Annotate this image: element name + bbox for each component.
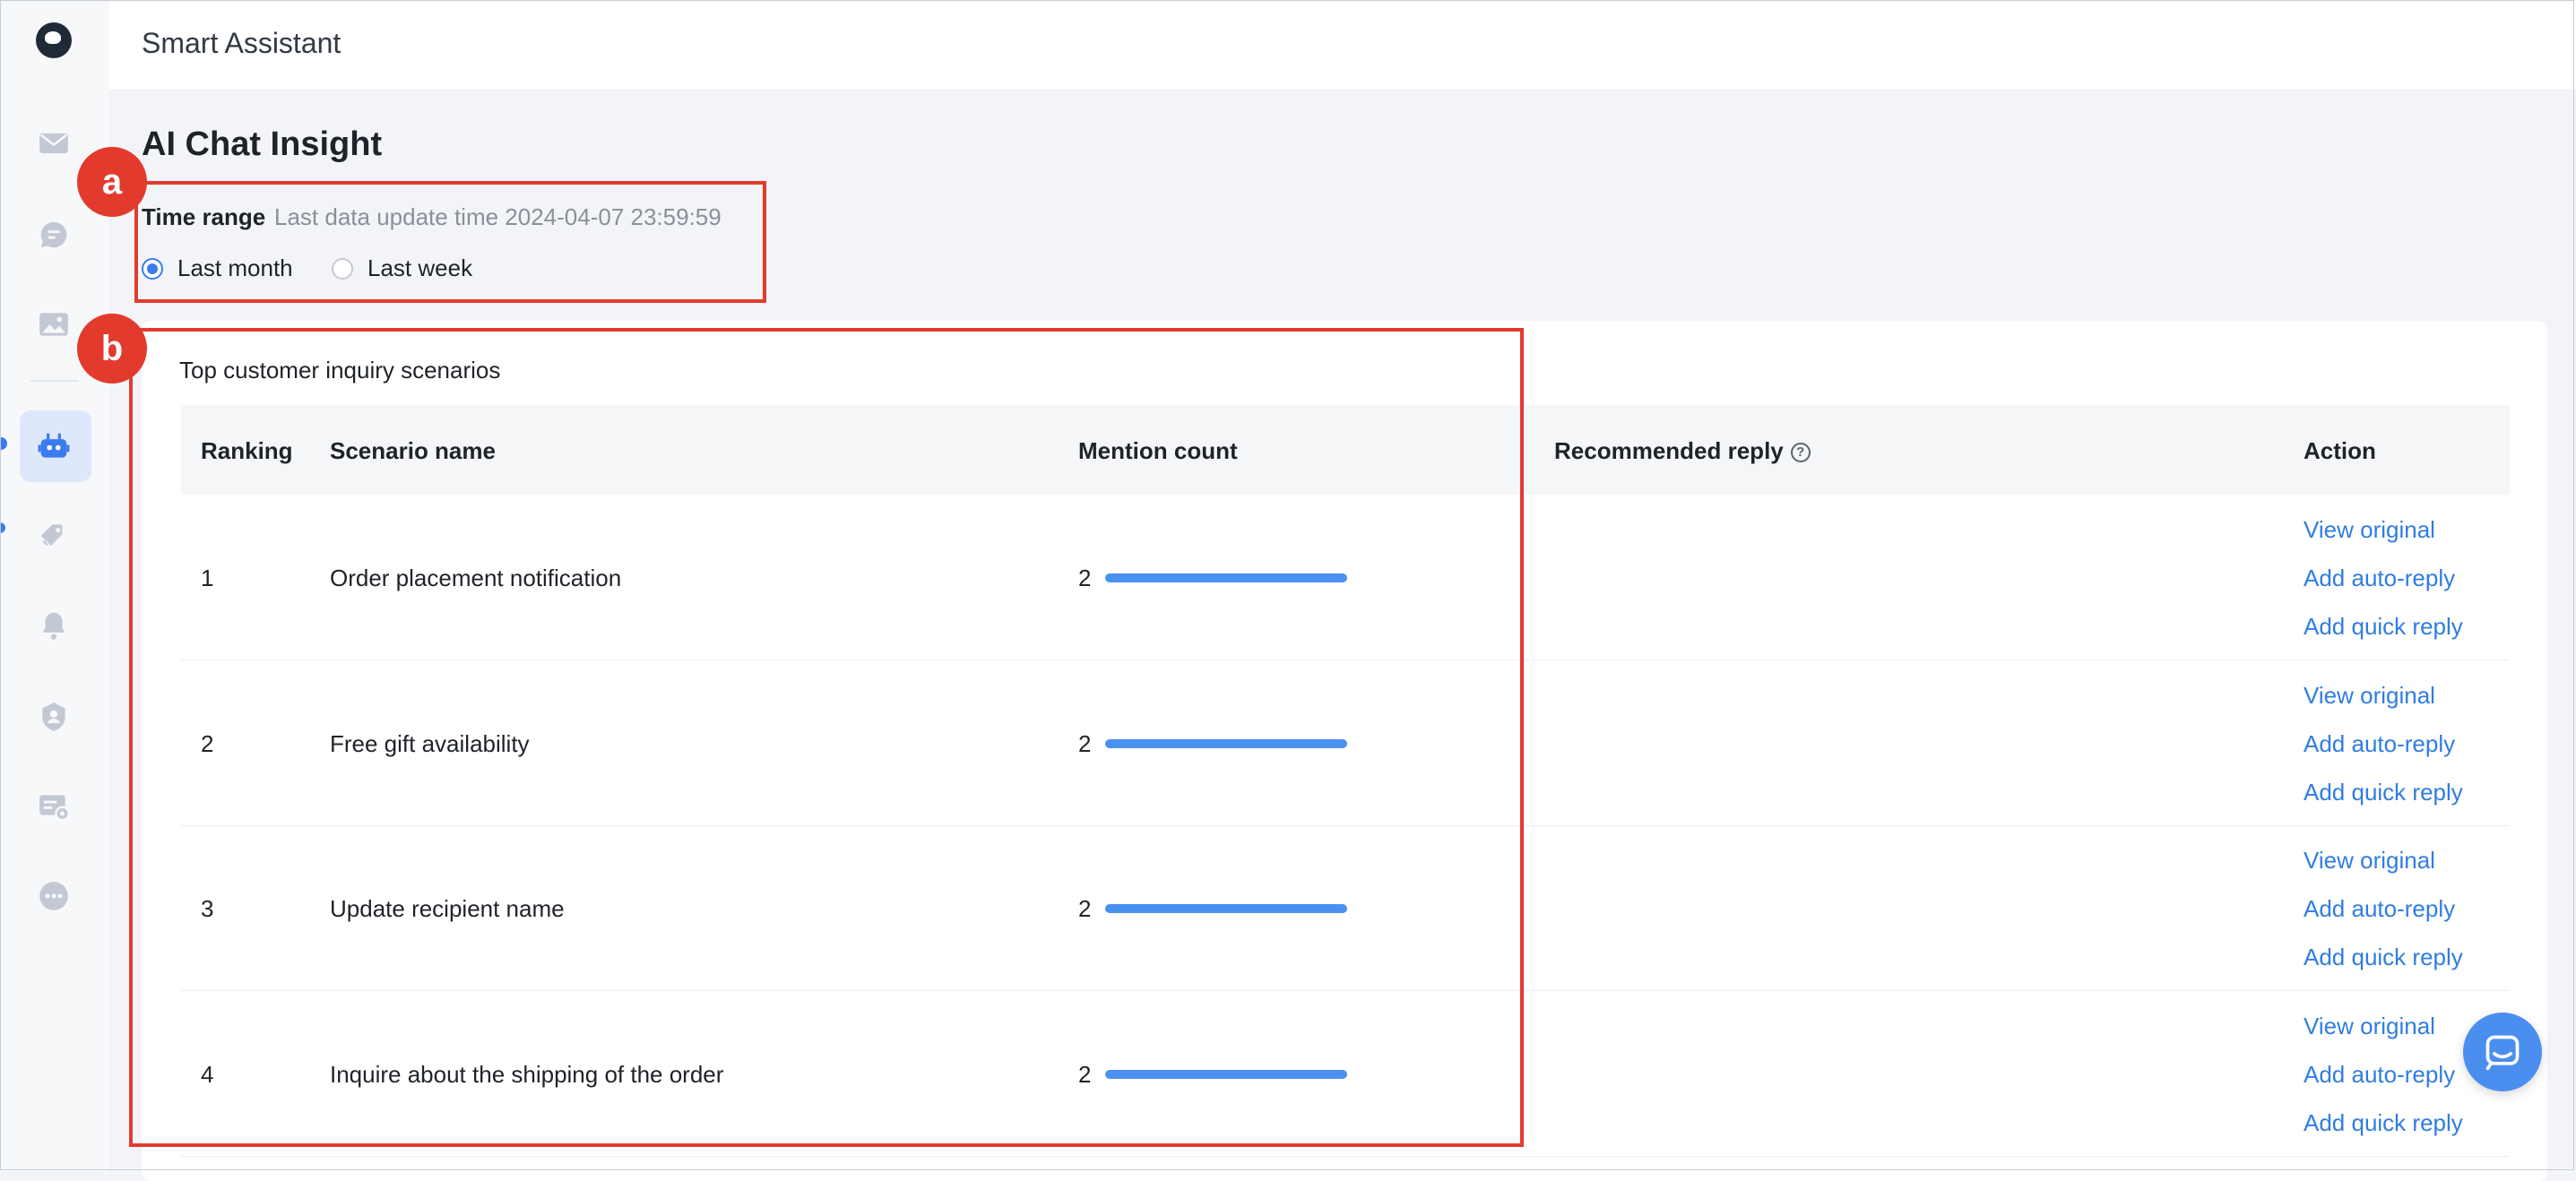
add-quick-reply-link[interactable]: Add quick reply: [2304, 1109, 2463, 1137]
card-settings-icon[interactable]: [32, 785, 75, 828]
message-icon: [2485, 1035, 2520, 1071]
help-circle-icon[interactable]: ?: [1790, 443, 1811, 463]
annotation-badge-a: a: [77, 147, 147, 217]
annotation-box-b: [129, 328, 1524, 1147]
annotation-badge-b: b: [77, 314, 147, 384]
add-auto-reply-link[interactable]: Add auto-reply: [2304, 565, 2455, 592]
tag-icon[interactable]: [32, 514, 75, 557]
recommended-reply-label: Recommended reply: [1554, 437, 1784, 464]
view-original-link[interactable]: View original: [2304, 682, 2435, 710]
chat-icon[interactable]: [32, 213, 75, 256]
user-shield-icon[interactable]: [32, 695, 75, 738]
column-header-recommended-reply: Recommended reply?: [1554, 437, 1811, 465]
mail-icon[interactable]: [32, 122, 75, 165]
more-icon[interactable]: [32, 875, 75, 918]
chat-support-button[interactable]: [2463, 1013, 2542, 1091]
top-header: Smart Assistant: [109, 0, 2576, 91]
view-original-link[interactable]: View original: [2304, 516, 2435, 544]
view-original-link[interactable]: View original: [2304, 1013, 2435, 1040]
bell-icon[interactable]: [32, 604, 75, 647]
app-title: Smart Assistant: [142, 27, 341, 59]
add-auto-reply-link[interactable]: Add auto-reply: [2304, 1061, 2455, 1089]
add-auto-reply-link[interactable]: Add auto-reply: [2304, 895, 2455, 923]
robot-icon[interactable]: [32, 425, 75, 468]
add-quick-reply-link[interactable]: Add quick reply: [2304, 944, 2463, 971]
app-logo-icon: [36, 22, 72, 58]
sidebar-separator: [30, 380, 79, 382]
view-original-link[interactable]: View original: [2304, 847, 2435, 875]
annotation-box-a: [134, 181, 766, 303]
page-title: AI Chat Insight: [142, 125, 383, 163]
sidebar-indicator: [0, 437, 7, 450]
sidebar-indicator-secondary: [0, 522, 5, 533]
column-header-action: Action: [2304, 437, 2376, 464]
add-quick-reply-link[interactable]: Add quick reply: [2304, 779, 2463, 806]
image-icon[interactable]: [32, 303, 75, 346]
add-auto-reply-link[interactable]: Add auto-reply: [2304, 730, 2455, 758]
add-quick-reply-link[interactable]: Add quick reply: [2304, 613, 2463, 641]
